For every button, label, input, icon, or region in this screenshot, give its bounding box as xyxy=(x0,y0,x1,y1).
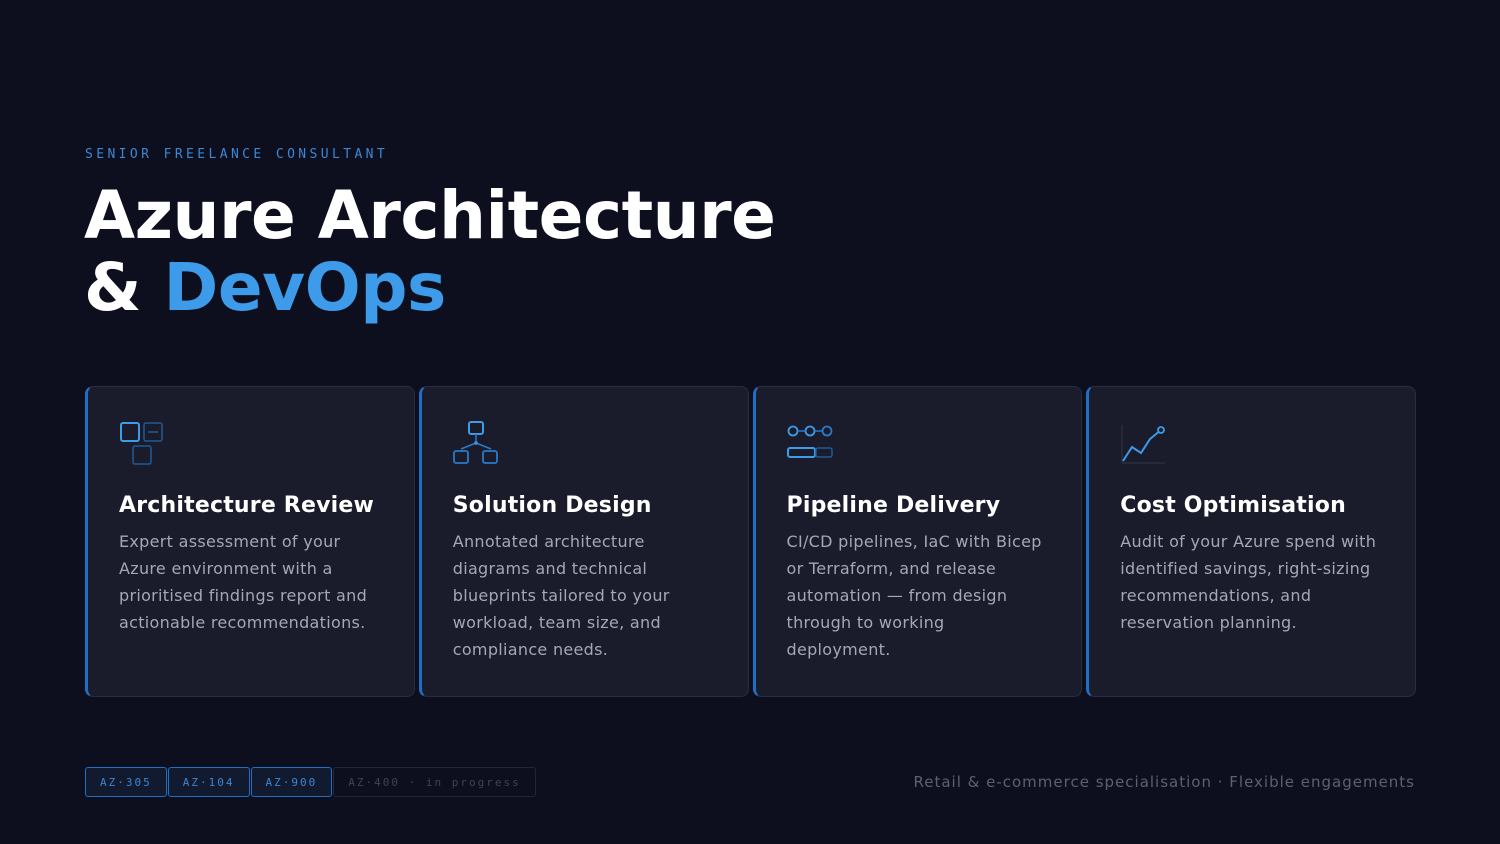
card-title: Pipeline Delivery xyxy=(786,493,1001,518)
eyebrow-label: SENIOR FREELANCE CONSULTANT xyxy=(85,147,389,162)
card-title: Cost Optimisation xyxy=(1120,493,1346,518)
service-card-architecture-review: Architecture Review Expert assessment of… xyxy=(85,386,415,697)
cert-badge-az400: AZ·400 · in progress xyxy=(333,767,536,797)
service-card-cost-optimisation: Cost Optimisation Audit of your Azure sp… xyxy=(1086,386,1416,697)
card-title: Architecture Review xyxy=(119,493,374,518)
card-description: Expert assessment of your Azure environm… xyxy=(119,532,368,632)
services-cards: Architecture Review Expert assessment of… xyxy=(85,386,1416,697)
footer-tagline: Retail & e-commerce specialisation · Fle… xyxy=(913,773,1415,791)
pipeline-icon xyxy=(786,425,833,458)
cert-badge-az305: AZ·305 xyxy=(85,767,167,797)
card-description: CI/CD pipelines, IaC with Bicep or Terra… xyxy=(786,532,1042,659)
card-title: Solution Design xyxy=(452,493,652,518)
trend-chart-icon xyxy=(1121,425,1166,464)
title-line-1: Azure Architecture xyxy=(84,177,776,254)
card-description: Audit of your Azure spend with identifie… xyxy=(1120,532,1377,632)
title-accent: DevOps xyxy=(163,249,447,326)
title-ampersand: & xyxy=(84,249,142,326)
grid-squares-icon xyxy=(120,422,163,465)
card-description: Annotated architecture diagrams and tech… xyxy=(452,532,670,659)
cert-badge-az104: AZ·104 xyxy=(167,767,250,797)
hierarchy-diagram-icon xyxy=(452,421,498,464)
service-card-pipeline-delivery: Pipeline Delivery CI/CD pipelines, IaC w… xyxy=(752,386,1083,697)
certification-badges: AZ·305 AZ·104 AZ·900 AZ·400 · in progres… xyxy=(85,767,536,797)
page-title: Azure Architecture & DevOps xyxy=(84,177,776,326)
service-card-solution-design: Solution Design Annotated architecture d… xyxy=(418,386,749,697)
cert-badge-az900: AZ·900 xyxy=(250,767,333,797)
